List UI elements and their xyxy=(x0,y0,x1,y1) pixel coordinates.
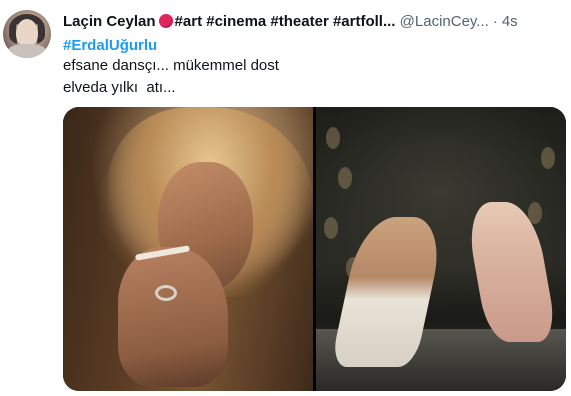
avatar-coat xyxy=(7,44,47,58)
author-name[interactable]: Laçin Ceylan xyxy=(63,13,156,30)
photo-decor-leaf xyxy=(338,167,352,189)
photo-hand xyxy=(118,247,228,387)
author-handle[interactable]: @LacinCey... xyxy=(400,13,489,30)
avatar-face xyxy=(16,19,38,47)
media-grid xyxy=(63,107,566,391)
photo-decor-leaf xyxy=(541,147,555,169)
hashtag-link[interactable]: #ErdalUğurlu xyxy=(63,36,157,56)
avatar[interactable] xyxy=(3,10,51,58)
red-circle-icon xyxy=(158,14,173,28)
separator: · xyxy=(492,13,498,30)
photo-decor-leaf xyxy=(324,217,338,239)
tweet-header: Laçin Ceylan #art #cinema #theater #artfo… xyxy=(63,12,563,32)
tweet-text-line-1: efsane dansçı... mükemmel dost xyxy=(63,57,279,74)
photo-ring xyxy=(155,285,177,301)
photo-ballet-stage[interactable] xyxy=(316,107,566,391)
photo-dancer-female xyxy=(463,202,559,342)
tweet-text-line-2: elveda yılkı atı... xyxy=(63,79,176,96)
author-bio-tags: #art #cinema #theater #artfoll... xyxy=(174,13,396,30)
timestamp[interactable]: 4s xyxy=(502,13,518,30)
photo-portrait[interactable] xyxy=(63,107,313,391)
photo-decor-leaf xyxy=(326,127,340,149)
